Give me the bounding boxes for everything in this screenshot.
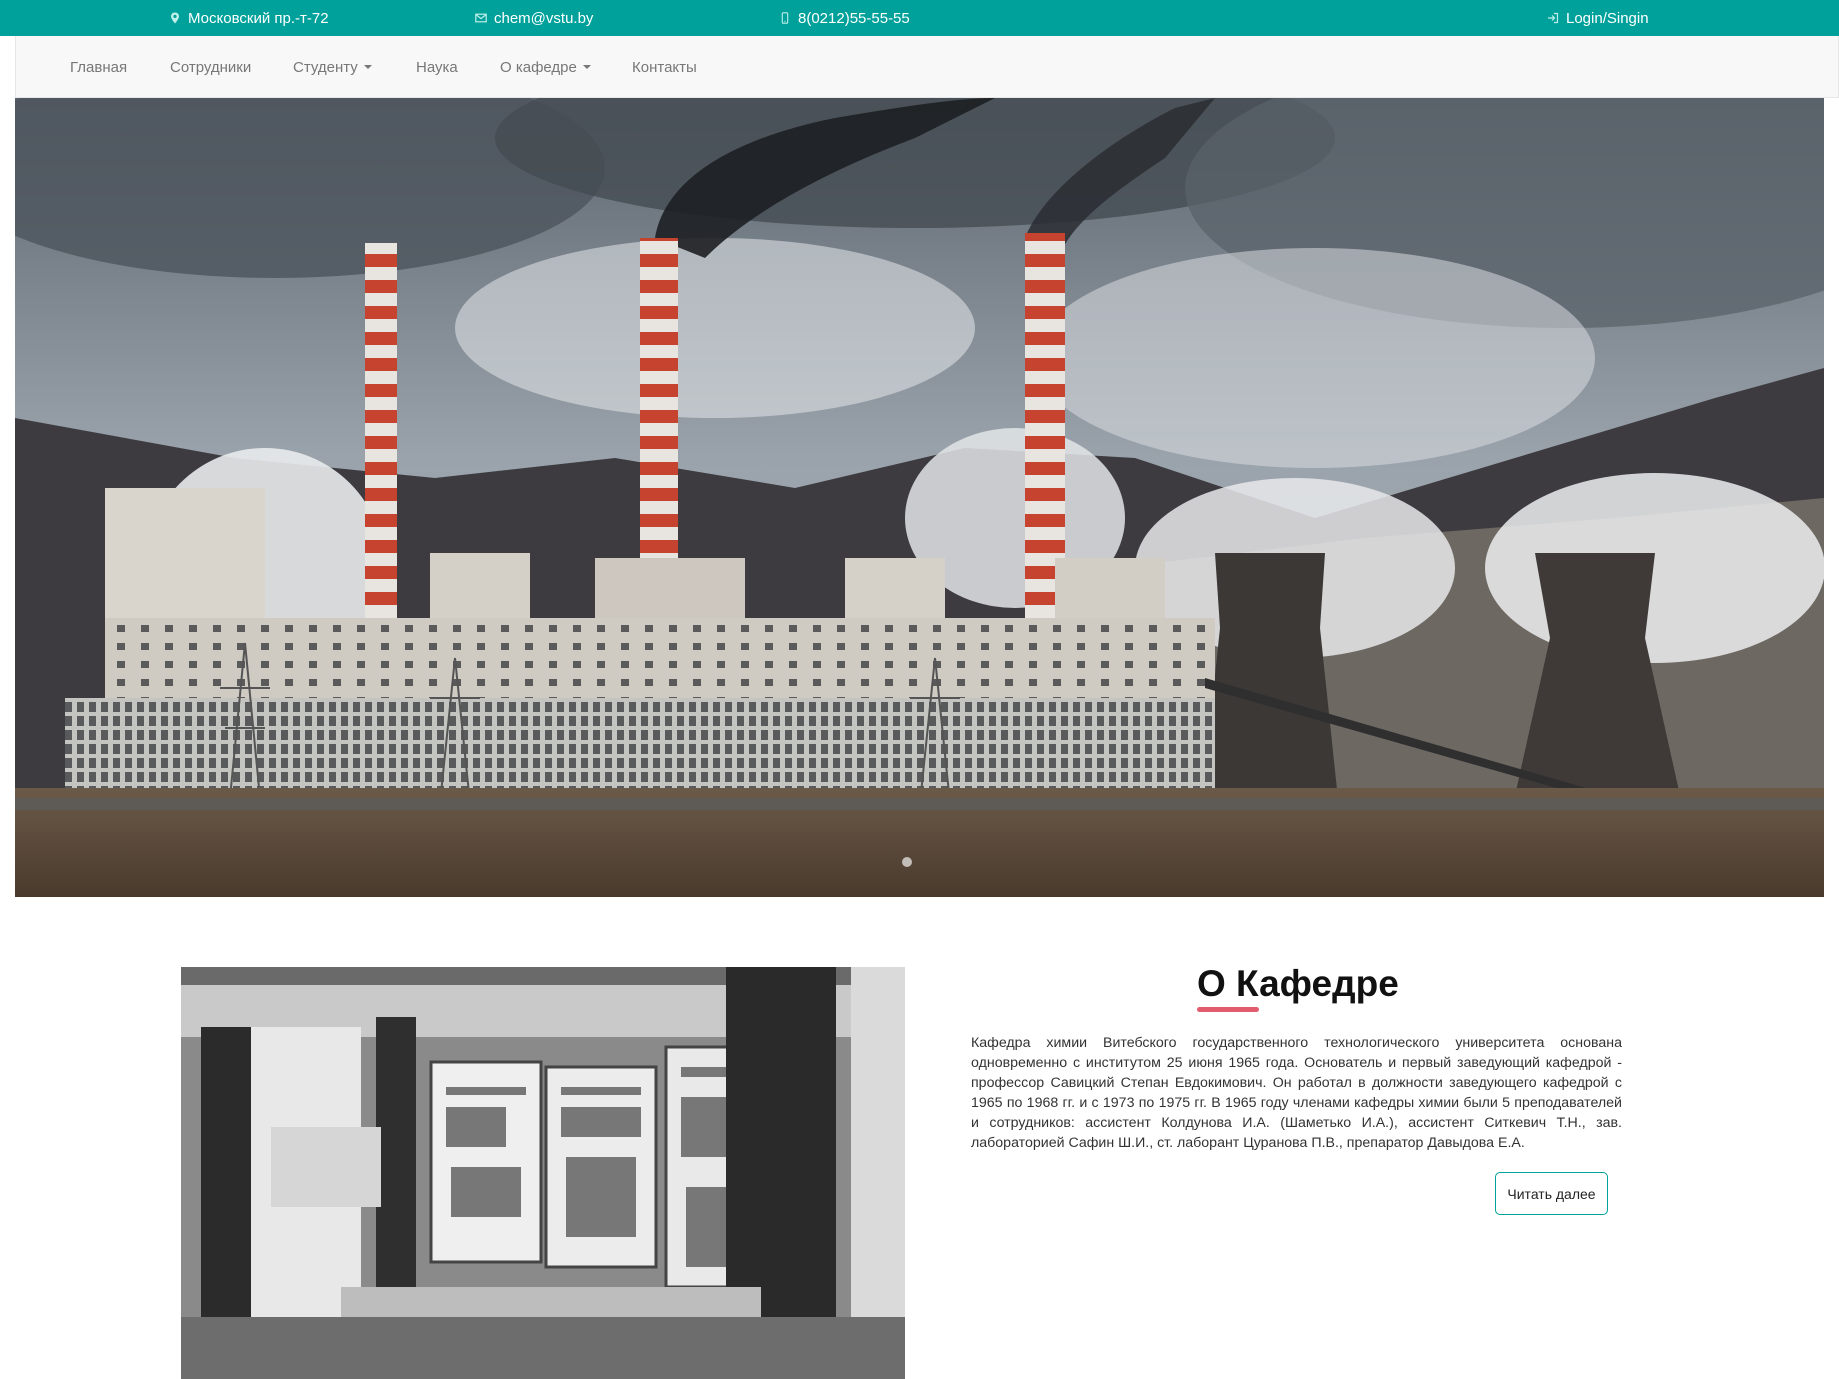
power-plant-illustration bbox=[15, 98, 1824, 897]
nav-about-dropdown[interactable]: О кафедре bbox=[500, 36, 591, 98]
nav-label: Контакты bbox=[632, 58, 697, 76]
email[interactable]: chem@vstu.by bbox=[474, 0, 593, 36]
nav-label: Сотрудники bbox=[170, 58, 252, 76]
login[interactable]: Login/Singin bbox=[1546, 0, 1649, 36]
nav-label: Студенту bbox=[293, 58, 358, 76]
nav-label: Главная bbox=[70, 58, 128, 76]
nav-student-dropdown[interactable]: Студенту bbox=[293, 36, 372, 98]
main-navbar: Главная Сотрудники Студенту Наука О кафе… bbox=[15, 36, 1839, 98]
caret-down-icon bbox=[363, 65, 372, 69]
nav-label: О кафедре bbox=[500, 58, 577, 76]
address: Московский пр.-т-72 bbox=[168, 0, 329, 36]
nav-home[interactable]: Главная bbox=[70, 36, 127, 98]
hero-carousel-image bbox=[15, 98, 1824, 897]
nav-label: Наука bbox=[416, 58, 458, 76]
about-title: О Кафедре bbox=[1197, 963, 1399, 1004]
nav-science[interactable]: Наука bbox=[416, 36, 458, 98]
exhibition-photo-illustration bbox=[181, 967, 905, 1379]
caret-down-icon bbox=[582, 65, 591, 69]
mobile-phone-icon bbox=[778, 11, 792, 25]
about-photo bbox=[181, 967, 905, 1379]
read-more-button[interactable]: Читать далее bbox=[1495, 1172, 1608, 1215]
carousel-indicator[interactable] bbox=[902, 857, 912, 867]
sign-in-icon bbox=[1546, 11, 1560, 25]
phone-text: 8(0212)55-55-55 bbox=[798, 9, 910, 27]
about-description: Кафедра химии Витебского государственног… bbox=[971, 1035, 1622, 1151]
envelope-icon bbox=[474, 11, 488, 25]
email-link[interactable]: chem@vstu.by bbox=[494, 10, 593, 27]
login-link[interactable]: Login/Singin bbox=[1566, 10, 1649, 27]
map-marker-icon bbox=[168, 11, 182, 25]
nav-staff[interactable]: Сотрудники bbox=[170, 36, 251, 98]
address-text: Московский пр.-т-72 bbox=[188, 9, 329, 27]
top-info-bar: Московский пр.-т-72 chem@vstu.by 8(0212)… bbox=[0, 0, 1839, 36]
nav-contacts[interactable]: Контакты bbox=[632, 36, 697, 98]
phone: 8(0212)55-55-55 bbox=[778, 0, 910, 36]
title-underline-accent bbox=[1197, 1007, 1259, 1012]
